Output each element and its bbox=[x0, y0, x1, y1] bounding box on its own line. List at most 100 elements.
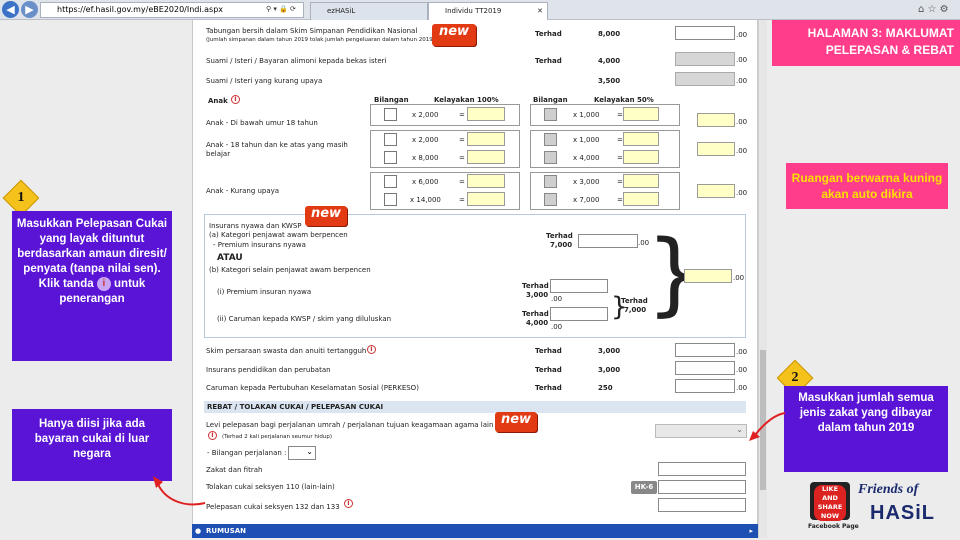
tab-individu[interactable]: Individu TT2019 ✕ bbox=[428, 2, 548, 20]
bilangan-select[interactable]: ⌄ bbox=[288, 446, 316, 460]
equals: = bbox=[459, 136, 465, 144]
rumusan-bar[interactable]: ● RUMUSAN ▸ bbox=[192, 524, 758, 538]
back-icon[interactable]: ◀ bbox=[2, 1, 19, 18]
multiplier: x 2,000 bbox=[412, 136, 439, 144]
page-title: HALAMAN 3: MAKLUMAT PELEPASAN & REBAT bbox=[772, 20, 960, 66]
callout-one: Masukkan Pelepasan Cukai yang layak ditu… bbox=[12, 211, 172, 361]
tab-label: ezHASiL bbox=[327, 7, 356, 15]
search-icon[interactable]: ⚲ ▾ 🔒 ⟳ bbox=[266, 5, 296, 13]
auto-field bbox=[623, 107, 659, 121]
terhad-label: Terhad bbox=[535, 57, 562, 65]
premium-a-input[interactable] bbox=[578, 234, 638, 248]
equals: = bbox=[459, 196, 465, 204]
limit-value: 4,000 bbox=[526, 319, 549, 327]
arrow-right-icon: ▸ bbox=[749, 527, 753, 535]
terhad-label: Terhad bbox=[535, 347, 562, 355]
scrollbar[interactable] bbox=[758, 20, 767, 538]
label-premium: - Premium insurans nyawa bbox=[213, 241, 306, 249]
tab-ezhasil[interactable]: ezHASiL bbox=[310, 2, 428, 20]
auto-field bbox=[467, 107, 505, 121]
cents-label: .00 bbox=[736, 348, 748, 356]
callout-luar-negara: Hanya diisi jika ada bayaran cukai di lu… bbox=[12, 409, 172, 481]
address-bar[interactable]: https://ef.hasil.gov.my/eBE2020/Indi.asp… bbox=[40, 2, 304, 18]
bilangan-input[interactable] bbox=[384, 193, 397, 206]
label-tabungan: Tabungan bersih dalam Skim Simpanan Pend… bbox=[206, 27, 418, 35]
arrow-to-zakat bbox=[749, 412, 786, 441]
label-anak-upaya: Anak - Kurang upaya bbox=[206, 187, 280, 195]
equals: = bbox=[459, 111, 465, 119]
title-line: PELEPASAN & REBAT bbox=[825, 43, 954, 57]
cents-label: .00 bbox=[736, 118, 748, 126]
terhad-label: Terhad bbox=[522, 282, 549, 290]
label-anak: Anak bbox=[208, 97, 228, 105]
tolakan-input[interactable] bbox=[658, 480, 746, 494]
skim-input[interactable] bbox=[675, 343, 735, 357]
label-suami-upaya: Suami / Isteri yang kurang upaya bbox=[206, 77, 323, 85]
step-number: 1 bbox=[17, 190, 25, 205]
home-star-gear-icons[interactable]: ⌂ ☆ ⚙ bbox=[918, 4, 949, 15]
cents-label: .00 bbox=[736, 366, 748, 374]
terhad-label: Terhad bbox=[621, 297, 648, 305]
info-icon[interactable]: i bbox=[231, 95, 240, 104]
premium-b-input[interactable] bbox=[550, 279, 608, 293]
label-pelepasan: Pelepasan cukai seksyen 132 dan 133 bbox=[206, 503, 340, 511]
terhad-label: Terhad bbox=[522, 310, 549, 318]
info-icon[interactable]: i bbox=[208, 431, 217, 440]
label-kat-a: (a) Kategori penjawat awam berpencen bbox=[209, 231, 348, 239]
auto-total bbox=[697, 184, 735, 198]
zakat-input[interactable] bbox=[658, 462, 746, 476]
bilangan-input[interactable] bbox=[544, 151, 557, 164]
limit-value: 7,000 bbox=[624, 306, 647, 314]
close-icon[interactable]: ✕ bbox=[537, 3, 543, 19]
chevron-down-icon: ⌄ bbox=[736, 425, 743, 434]
limit-value: 3,000 bbox=[526, 291, 549, 299]
equals: = bbox=[617, 196, 623, 204]
cents-label: .00 bbox=[736, 31, 748, 39]
note-tabungan: (Jumlah simpanan dalam tahun 2019 tolak … bbox=[206, 37, 435, 43]
terhad-label: Terhad bbox=[546, 232, 573, 240]
friends-of-logo: Friends of bbox=[858, 482, 919, 497]
perkeso-input[interactable] bbox=[675, 379, 735, 393]
tabungan-input[interactable] bbox=[675, 26, 735, 40]
title-line: HALAMAN 3: MAKLUMAT bbox=[807, 26, 954, 40]
plus-icon: ● bbox=[195, 527, 202, 535]
limit-value: 3,000 bbox=[598, 347, 621, 355]
bilangan-input[interactable] bbox=[544, 133, 557, 146]
chevron-down-icon: ⌄ bbox=[306, 447, 313, 456]
arrow-to-tolakan bbox=[153, 476, 206, 506]
insurans-pend-input[interactable] bbox=[675, 361, 735, 375]
multiplier: x 7,000 bbox=[573, 196, 600, 204]
forward-icon[interactable]: ▶ bbox=[21, 1, 38, 18]
hk6-button[interactable]: HK-6 bbox=[631, 481, 657, 494]
callout-text: Masukkan Pelepasan Cukai yang layak ditu… bbox=[16, 218, 168, 275]
limit-value: 7,000 bbox=[550, 241, 573, 249]
col-kel50: Kelayakan 50% bbox=[594, 96, 654, 104]
bilangan-input[interactable] bbox=[384, 151, 397, 164]
label-tolakan: Tolakan cukai seksyen 110 (lain-lain) bbox=[206, 483, 335, 491]
bilangan-input[interactable] bbox=[384, 108, 397, 121]
cents-label: .00 bbox=[733, 274, 745, 282]
info-icon[interactable]: i bbox=[367, 345, 376, 354]
kwsp-input[interactable] bbox=[550, 307, 608, 321]
bilangan-input[interactable] bbox=[544, 175, 557, 188]
label-atau: ATAU bbox=[217, 253, 243, 263]
cents-label: .00 bbox=[736, 77, 748, 85]
bilangan-input[interactable] bbox=[384, 133, 397, 146]
cents-label: .00 bbox=[551, 323, 563, 331]
multiplier: x 1,000 bbox=[573, 111, 600, 119]
url-text: https://ef.hasil.gov.my/eBE2020/Indi.asp… bbox=[57, 5, 224, 14]
equals: = bbox=[617, 178, 623, 186]
bilangan-input[interactable] bbox=[384, 175, 397, 188]
bilangan-input[interactable] bbox=[544, 193, 557, 206]
equals: = bbox=[459, 178, 465, 186]
limit-value: 250 bbox=[598, 384, 613, 392]
like-share-badge: LIKE AND SHARE NOW bbox=[810, 482, 850, 521]
label-suami: Suami / Isteri / Bayaran alimoni kepada … bbox=[206, 57, 387, 65]
bilangan-input[interactable] bbox=[544, 108, 557, 121]
levi-select[interactable]: ⌄ bbox=[655, 424, 747, 438]
info-icon[interactable]: i bbox=[344, 499, 353, 508]
label-premium-i: (i) Premium insuran nyawa bbox=[217, 288, 312, 296]
limit-value: 4,000 bbox=[598, 57, 621, 65]
multiplier: x 2,000 bbox=[412, 111, 439, 119]
pelepasan-input[interactable] bbox=[658, 498, 746, 512]
